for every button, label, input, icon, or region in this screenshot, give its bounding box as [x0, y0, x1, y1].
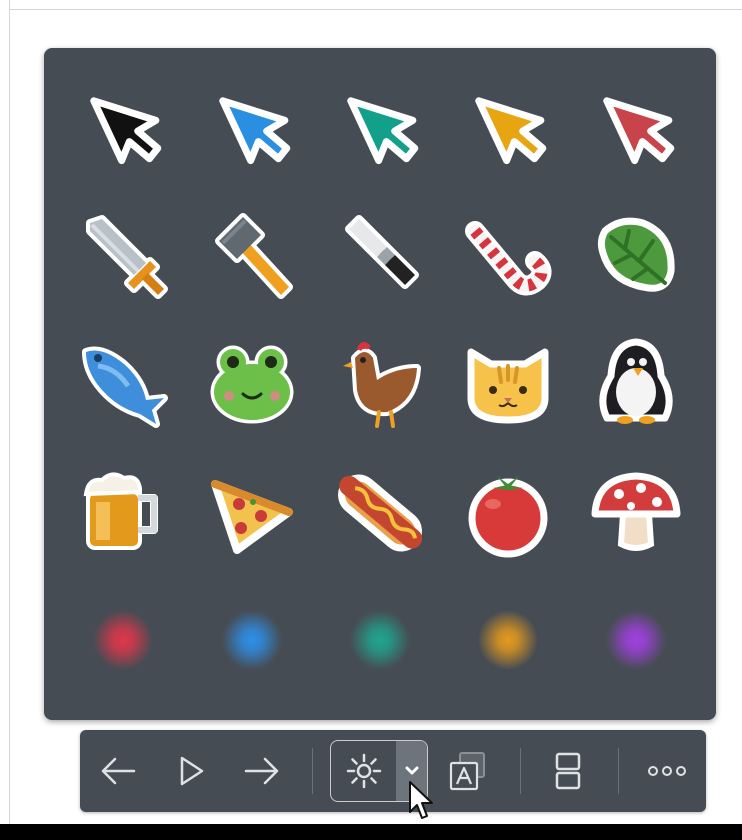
beer-mug-icon[interactable]	[68, 458, 178, 568]
glow-dot-purple-icon[interactable]	[581, 585, 691, 695]
arrow-cursor-black-icon[interactable]	[68, 73, 178, 183]
hot-dog-icon[interactable]	[325, 458, 435, 568]
glow-dot-orange-icon[interactable]	[453, 585, 563, 695]
penguin-icon[interactable]	[581, 328, 691, 438]
presentation-toolbar	[80, 730, 706, 812]
sticker-palette-panel	[44, 48, 716, 720]
text-annotation-icon[interactable]	[444, 730, 492, 812]
window-top-border	[0, 0, 742, 10]
chevron-down-icon[interactable]	[396, 741, 427, 801]
frog-icon[interactable]	[197, 328, 307, 438]
candy-cane-icon[interactable]	[453, 201, 563, 311]
arrow-cursor-teal-icon[interactable]	[325, 73, 435, 183]
more-icon[interactable]	[642, 730, 692, 812]
toolbar-separator	[520, 748, 521, 794]
arrow-cursor-red-icon[interactable]	[581, 73, 691, 183]
arrow-left-icon[interactable]	[96, 730, 140, 812]
glow-dot-blue-icon[interactable]	[197, 585, 307, 695]
mushroom-icon[interactable]	[581, 458, 691, 568]
arrow-cursor-orange-icon[interactable]	[453, 73, 563, 183]
hammer-icon[interactable]	[197, 201, 307, 311]
tomato-icon[interactable]	[453, 458, 563, 568]
chicken-icon[interactable]	[325, 328, 435, 438]
marker-pen-icon[interactable]	[325, 201, 435, 311]
split-view-icon[interactable]	[546, 730, 590, 812]
screen-bottom-edge	[0, 824, 742, 840]
leaf-icon[interactable]	[581, 201, 691, 311]
arrow-cursor-blue-icon[interactable]	[197, 73, 307, 183]
toolbar-separator	[312, 748, 313, 794]
sword-icon[interactable]	[68, 201, 178, 311]
toolbar-separator	[618, 748, 619, 794]
glow-dot-red-icon[interactable]	[68, 585, 178, 695]
glow-dot-teal-icon[interactable]	[325, 585, 435, 695]
cat-icon[interactable]	[453, 328, 563, 438]
window-left-border	[0, 0, 10, 825]
laser-pointer-icon[interactable]	[342, 730, 386, 812]
pizza-slice-icon[interactable]	[197, 458, 307, 568]
fish-icon[interactable]	[68, 328, 178, 438]
arrow-right-icon[interactable]	[240, 730, 284, 812]
play-icon[interactable]	[172, 730, 212, 812]
